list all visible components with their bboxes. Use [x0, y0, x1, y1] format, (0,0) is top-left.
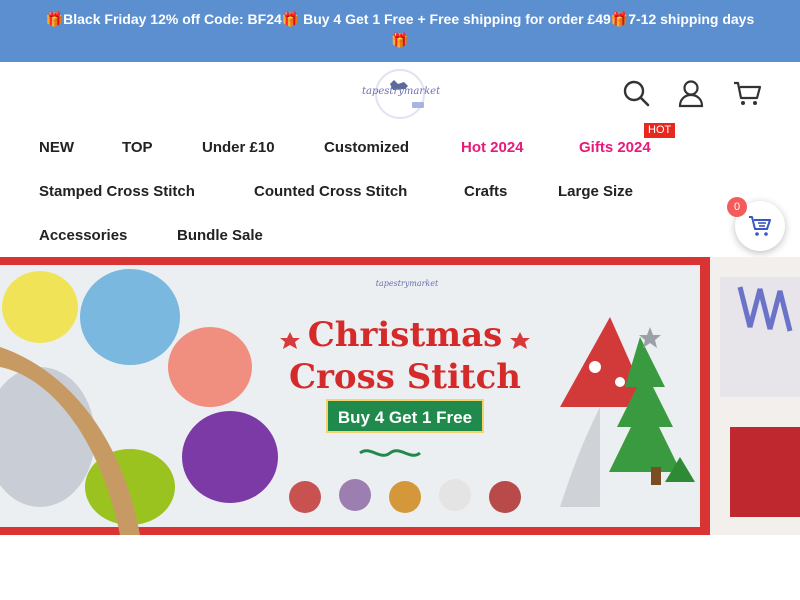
- nav-item-hot-2024[interactable]: Hot 2024: [461, 139, 524, 156]
- cart-count-badge: 0: [727, 197, 747, 217]
- hero-banner[interactable]: tapestrymarket Christmas Cross Stitch Bu…: [0, 257, 800, 535]
- announcement-bar: 🎁Black Friday 12% off Code: BF24🎁 Buy 4 …: [0, 0, 800, 62]
- nav-item-under-10[interactable]: Under £10: [202, 139, 275, 156]
- search-icon[interactable]: [621, 78, 651, 108]
- nav-item-top[interactable]: TOP: [122, 139, 153, 156]
- nav-item-large-size[interactable]: Large Size: [558, 183, 633, 200]
- banner-title-line-2: Cross Stitch: [288, 357, 522, 397]
- floating-cart-button[interactable]: 0: [727, 197, 785, 251]
- main-nav-row-1: NEW TOP Under £10 Customized Hot 2024 Gi…: [0, 123, 800, 170]
- nav-item-stamped-cross-stitch[interactable]: Stamped Cross Stitch: [39, 183, 195, 200]
- nav-item-bundle-sale[interactable]: Bundle Sale: [177, 227, 263, 244]
- floating-cart-icon: [749, 216, 771, 236]
- site-header: tapestrymarket: [0, 62, 800, 126]
- nav-item-crafts[interactable]: Crafts: [464, 183, 507, 200]
- banner-logo-text: tapestrymarket: [375, 279, 439, 288]
- cart-icon[interactable]: [732, 78, 762, 108]
- hot-badge: HOT: [644, 123, 676, 138]
- main-nav-row-3: Accessories Bundle Sale: [0, 214, 800, 258]
- announcement-text: 🎁Black Friday 12% off Code: BF24🎁 Buy 4 …: [45, 11, 755, 48]
- main-nav-row-2: Stamped Cross Stitch Counted Cross Stitc…: [0, 170, 800, 214]
- banner-title-line-1: Christmas: [307, 315, 503, 355]
- nav-item-accessories[interactable]: Accessories: [39, 227, 127, 244]
- nav-item-counted-cross-stitch[interactable]: Counted Cross Stitch: [254, 183, 407, 200]
- nav-item-gifts-2024[interactable]: Gifts 2024: [579, 139, 651, 156]
- account-icon[interactable]: [676, 78, 706, 108]
- banner-cta-button[interactable]: Buy 4 Get 1 Free: [326, 399, 484, 433]
- site-logo[interactable]: tapestrymarket: [362, 68, 441, 120]
- nav-item-new[interactable]: NEW: [39, 139, 74, 156]
- nav-item-customized[interactable]: Customized: [324, 139, 409, 156]
- logo-text: tapestrymarket: [362, 86, 441, 97]
